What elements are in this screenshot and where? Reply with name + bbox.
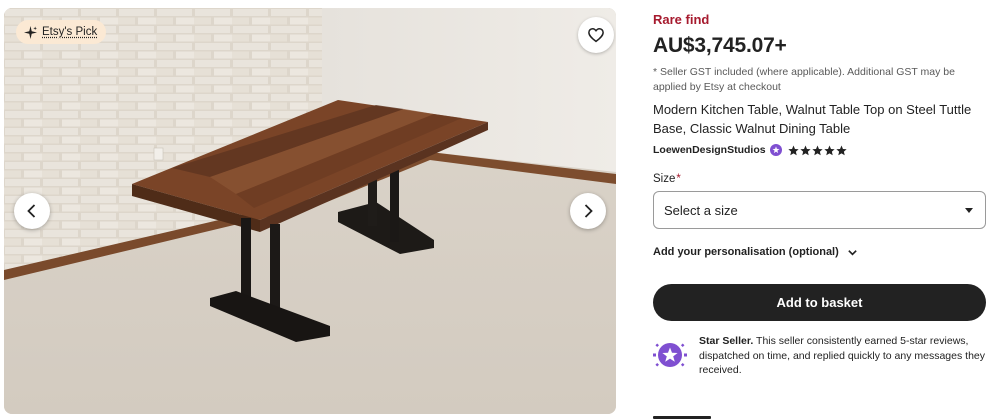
next-image-button[interactable] xyxy=(570,193,606,229)
heart-icon xyxy=(588,27,604,43)
favorite-button[interactable] xyxy=(578,17,614,53)
previous-image-button[interactable] xyxy=(14,193,50,229)
product-photo xyxy=(4,8,616,414)
listing-title: Modern Kitchen Table, Walnut Table Top o… xyxy=(653,102,972,136)
caret-down-icon xyxy=(965,207,973,213)
personalisation-label: Add your personalisation (optional) xyxy=(653,246,839,258)
size-label-text: Size xyxy=(653,173,676,185)
personalisation-toggle[interactable]: Add your personalisation (optional) xyxy=(653,246,858,258)
seller-row: LoewenDesignStudios xyxy=(653,144,847,156)
price: AU$3,745.07+ xyxy=(653,34,787,57)
size-select-value: Select a size xyxy=(664,202,738,218)
star-seller-notice: Star Seller. This seller consistently ea… xyxy=(653,334,989,378)
product-image-gallery[interactable]: Etsy's Pick xyxy=(4,8,616,414)
size-label: Size* xyxy=(653,173,681,185)
star-seller-text: Star Seller. This seller consistently ea… xyxy=(699,334,989,378)
star-icon xyxy=(787,145,799,155)
shop-name-link[interactable]: LoewenDesignStudios xyxy=(653,144,766,156)
star-rating xyxy=(787,145,847,156)
required-mark: * xyxy=(676,173,681,185)
star-seller-heading: Star Seller. xyxy=(699,335,754,347)
star-icon xyxy=(799,145,811,155)
chevron-left-icon xyxy=(27,204,36,218)
chevron-right-icon xyxy=(584,204,593,218)
add-to-basket-button[interactable]: Add to basket xyxy=(653,284,986,321)
chevron-down-icon xyxy=(848,249,857,256)
star-icon xyxy=(811,145,823,155)
star-icon xyxy=(823,145,835,155)
gst-note: * Seller GST included (where applicable)… xyxy=(653,66,955,93)
size-select[interactable]: Select a size xyxy=(653,191,986,229)
sparkle-icon xyxy=(24,25,37,39)
etsys-pick-label: Etsy's Pick xyxy=(42,26,98,38)
star-seller-icon xyxy=(653,343,687,367)
etsys-pick-badge: Etsy's Pick xyxy=(16,20,107,44)
star-icon xyxy=(835,145,847,155)
star-seller-badge-icon xyxy=(769,144,782,156)
cut-off-heading xyxy=(653,413,733,419)
rare-find-label: Rare find xyxy=(653,12,710,27)
